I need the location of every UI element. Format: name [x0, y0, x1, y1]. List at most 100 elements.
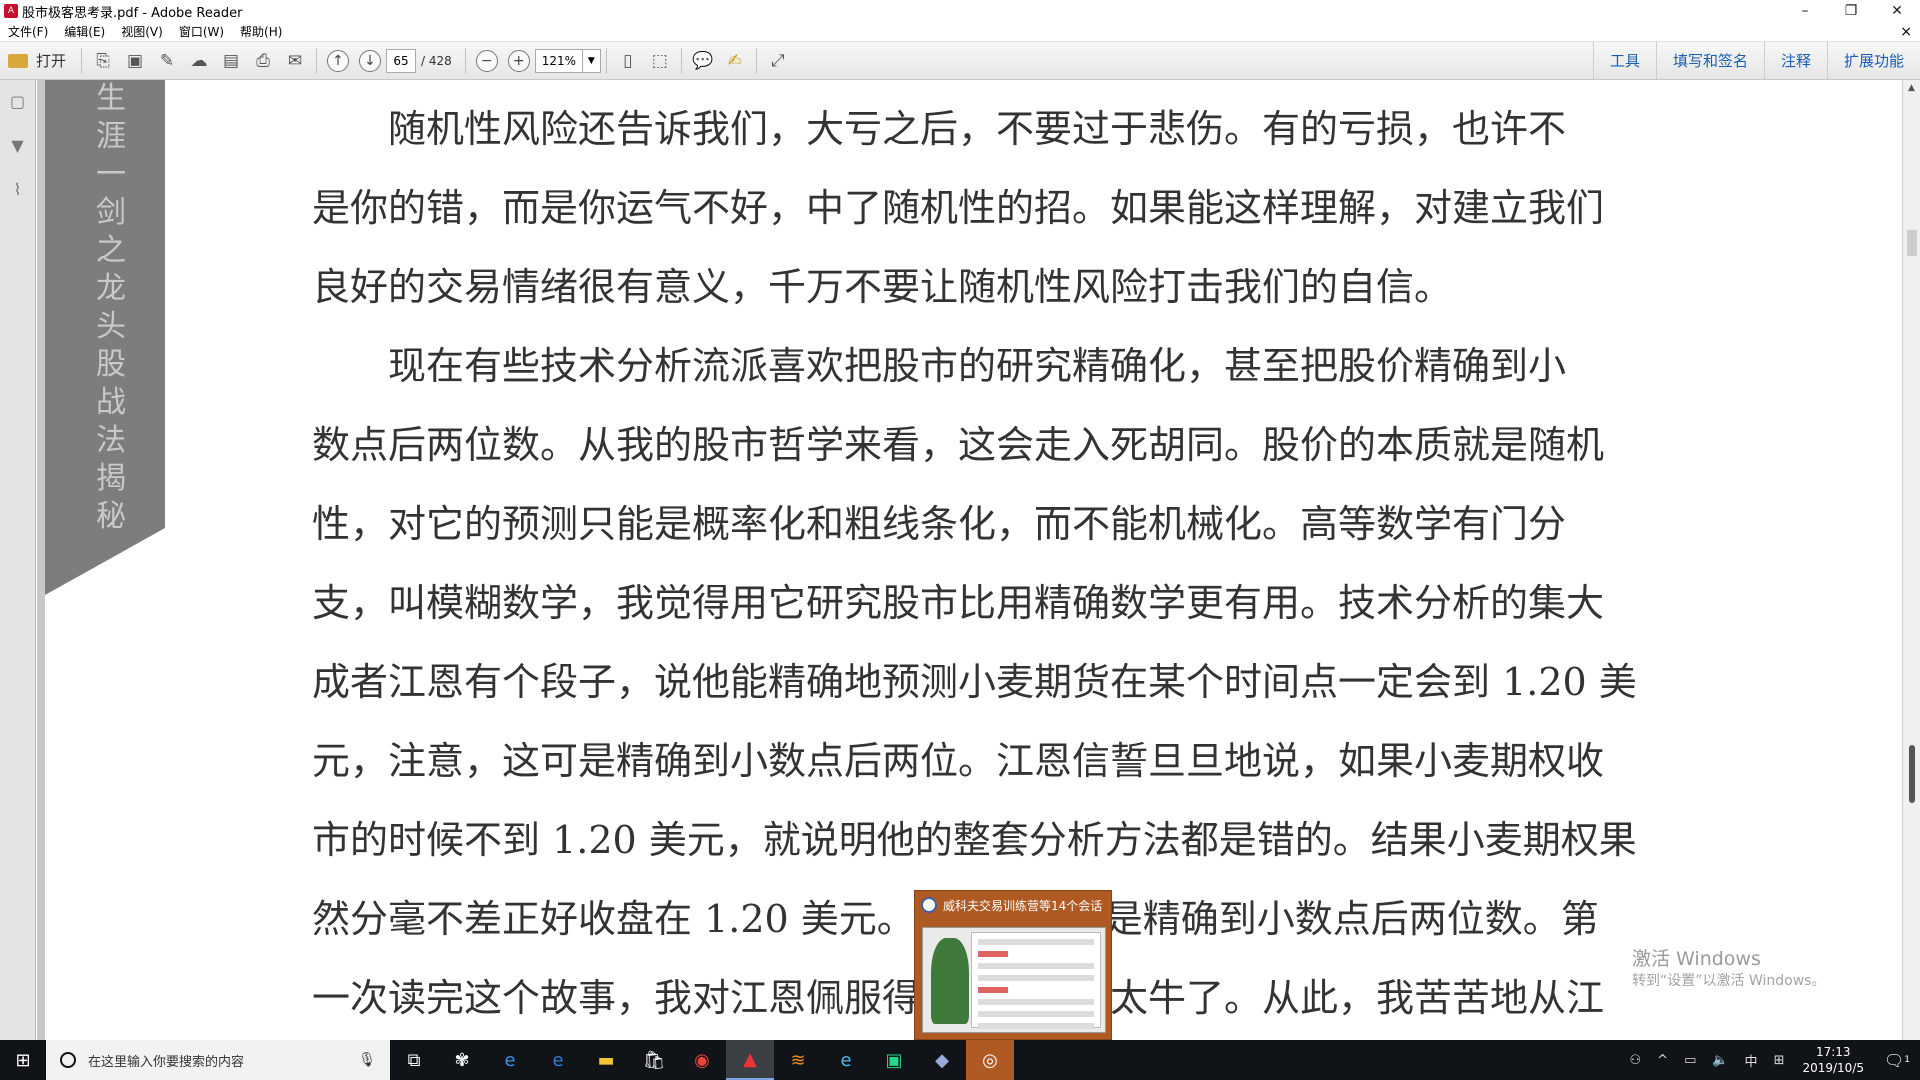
next-page-icon[interactable]: ↓	[359, 49, 382, 72]
close-button[interactable]: ✕	[1874, 0, 1920, 22]
taskbar-thumbnail-popup[interactable]: 威科夫交易训练营等14个会话	[914, 890, 1112, 1040]
task-view-icon[interactable]: ⧉	[390, 1040, 438, 1080]
clock-date: 2019/10/5	[1802, 1061, 1864, 1075]
toolbar-separator	[464, 47, 466, 74]
highlight-icon[interactable]: ✍	[720, 47, 750, 75]
zoom-out-icon[interactable]: −	[475, 49, 498, 72]
upload-cloud-icon[interactable]: ☁	[184, 47, 214, 75]
restore-button[interactable]: ❐	[1828, 0, 1874, 22]
bookmark-icon[interactable]: ▼	[7, 134, 29, 156]
page-number-input[interactable]: 65	[386, 48, 417, 73]
fill-sign-link[interactable]: 填写和签名	[1655, 42, 1764, 79]
search-placeholder: 在这里输入你要搜索的内容	[88, 1054, 245, 1070]
right-tools-panel: 工具 填写和签名 注释 扩展功能	[1592, 42, 1920, 79]
notes-app-icon[interactable]: ◆	[918, 1040, 966, 1080]
text-line: 现在有些技术分析流派喜欢把股市的研究精确化，甚至把股价精确到小	[312, 344, 1567, 388]
side-char: 涯	[96, 119, 126, 154]
thumbnail-header: 威科夫交易训练营等14个会话	[915, 891, 1111, 919]
page-thumbnails-icon[interactable]: ▢	[7, 90, 29, 112]
page-side-title: 生 涯 一 剑 之 龙 头 股 战 法 揭 秘	[91, 80, 131, 536]
page-total: / 428	[421, 53, 452, 68]
pycharm-icon[interactable]: ▣	[870, 1040, 918, 1080]
open-button[interactable]: 打开	[0, 50, 76, 71]
network-icon[interactable]: ▭	[1676, 1053, 1704, 1068]
menu-edit[interactable]: 编辑(E)	[56, 23, 113, 40]
comment-icon[interactable]: 💬	[688, 47, 718, 75]
taskbar: ⊞ 在这里输入你要搜索的内容 🎙 ⧉ ✾ e e ▬ 🛍 ◉ ▲ ≋ e ▣ ◆…	[0, 1040, 1920, 1080]
menu-bar: 文件(F) 编辑(E) 视图(V) 窗口(W) 帮助(H) ×	[0, 22, 1920, 42]
chrome-icon[interactable]: ◉	[678, 1040, 726, 1080]
cortana-icon	[60, 1052, 76, 1068]
thumbnail-preview[interactable]	[922, 927, 1106, 1033]
toolbar: 打开 ⎘ ▣ ✎ ☁ ▤ ⎙ ✉ ↑ ↓ 65 / 428 − + 121% ▼…	[0, 42, 1920, 80]
side-char: 生	[96, 81, 126, 116]
document-close-button[interactable]: ×	[1900, 24, 1920, 40]
microphone-icon[interactable]: 🎙	[358, 1052, 376, 1068]
text-line: 是你的错，而是你运气不好，中了随机性的招。如果能这样理解，对建立我们	[312, 186, 1605, 230]
scrollbar-thumb[interactable]	[1907, 230, 1917, 256]
comment-link[interactable]: 注释	[1763, 42, 1827, 79]
adobe-reader-taskbar-icon[interactable]: ▲	[726, 1040, 774, 1080]
zoom-input[interactable]: 121%	[534, 48, 583, 73]
people-icon[interactable]: ⚇	[1622, 1053, 1650, 1068]
side-char: 剑	[96, 195, 126, 230]
zoom-in-icon[interactable]: +	[507, 49, 530, 72]
chat-taskbar-icon[interactable]: ◎	[966, 1040, 1014, 1080]
save-icon[interactable]: ▤	[216, 47, 246, 75]
side-char: 揭	[96, 461, 126, 496]
menu-help[interactable]: 帮助(H)	[232, 23, 290, 40]
open-label: 打开	[36, 52, 67, 70]
menu-window[interactable]: 窗口(W)	[171, 23, 232, 40]
extended-link[interactable]: 扩展功能	[1826, 42, 1920, 79]
fit-page-icon[interactable]: ▯	[613, 47, 643, 75]
text-line: 市的时候不到 1.20 美元，就说明他的整套分析方法都是错的。结果小麦期权果	[312, 818, 1637, 862]
store-icon[interactable]: 🛍	[630, 1040, 678, 1080]
navigation-rail: ▢ ▼ ⌇	[0, 80, 36, 1040]
attachment-icon[interactable]: ⌇	[7, 178, 29, 200]
toolbar-separator	[316, 47, 318, 74]
menu-view[interactable]: 视图(V)	[113, 23, 171, 40]
app-wave-icon[interactable]: ≋	[774, 1040, 822, 1080]
previous-page-icon[interactable]: ↑	[327, 49, 350, 72]
menu-file[interactable]: 文件(F)	[0, 23, 56, 40]
input-mode-icon[interactable]: ⊞	[1766, 1053, 1793, 1068]
create-pdf-icon[interactable]: ⎘	[88, 47, 118, 75]
side-char: 秘	[96, 499, 126, 534]
tray-expand-icon[interactable]: ^	[1649, 1053, 1676, 1068]
side-char: 一	[96, 157, 126, 192]
print-icon[interactable]: ⎙	[248, 47, 278, 75]
toolbar-separator	[605, 47, 607, 74]
app-swirl-icon[interactable]: ✾	[438, 1040, 486, 1080]
activation-watermark-subtitle: 转到“设置”以激活 Windows。	[1632, 973, 1826, 989]
taskbar-search[interactable]: 在这里输入你要搜索的内容 🎙	[46, 1040, 390, 1080]
tools-link[interactable]: 工具	[1592, 42, 1656, 79]
volume-icon[interactable]: 🔈	[1704, 1053, 1736, 1068]
ime-indicator[interactable]: 中	[1737, 1051, 1766, 1070]
scroll-up-icon[interactable]: ▲	[1903, 80, 1920, 96]
zoom-dropdown-icon[interactable]: ▼	[582, 48, 601, 73]
text-line: 随机性风险还告诉我们，大亏之后，不要过于悲伤。有的亏损，也许不	[312, 107, 1567, 151]
fit-width-icon[interactable]: ⬚	[645, 47, 675, 75]
clock[interactable]: 17:13 2019/10/5	[1792, 1044, 1874, 1076]
full-screen-icon[interactable]: ⤢	[763, 47, 793, 75]
scroll-position-indicator[interactable]	[1909, 745, 1915, 803]
export-pdf-icon[interactable]: ▣	[120, 47, 150, 75]
edit-pdf-icon[interactable]: ✎	[152, 47, 182, 75]
side-char: 之	[96, 233, 126, 268]
toolbar-separator	[755, 47, 757, 74]
minimize-button[interactable]: –	[1782, 0, 1828, 22]
ie-legacy-icon[interactable]: e	[822, 1040, 870, 1080]
text-line: 元，注意，这可是精确到小数点后两位。江恩信誓旦旦地说，如果小麦期权收	[312, 739, 1605, 783]
text-line: 数点后两位数。从我的股市哲学来看，这会走入死胡同。股价的本质就是随机	[312, 423, 1605, 467]
vertical-scrollbar[interactable]: ▲	[1902, 80, 1920, 1040]
side-char: 法	[96, 423, 126, 458]
file-explorer-icon[interactable]: ▬	[582, 1040, 630, 1080]
adobe-reader-icon: A	[4, 4, 18, 18]
ie-browser-icon[interactable]: e	[486, 1040, 534, 1080]
email-icon[interactable]: ✉	[280, 47, 310, 75]
windows-start-icon[interactable]: ⊞	[0, 1040, 46, 1080]
edge-browser-icon[interactable]: e	[534, 1040, 582, 1080]
notification-icon[interactable]: 🗨 1	[1874, 1051, 1920, 1070]
notification-count: 1	[1904, 1055, 1911, 1065]
folder-icon	[8, 53, 28, 68]
